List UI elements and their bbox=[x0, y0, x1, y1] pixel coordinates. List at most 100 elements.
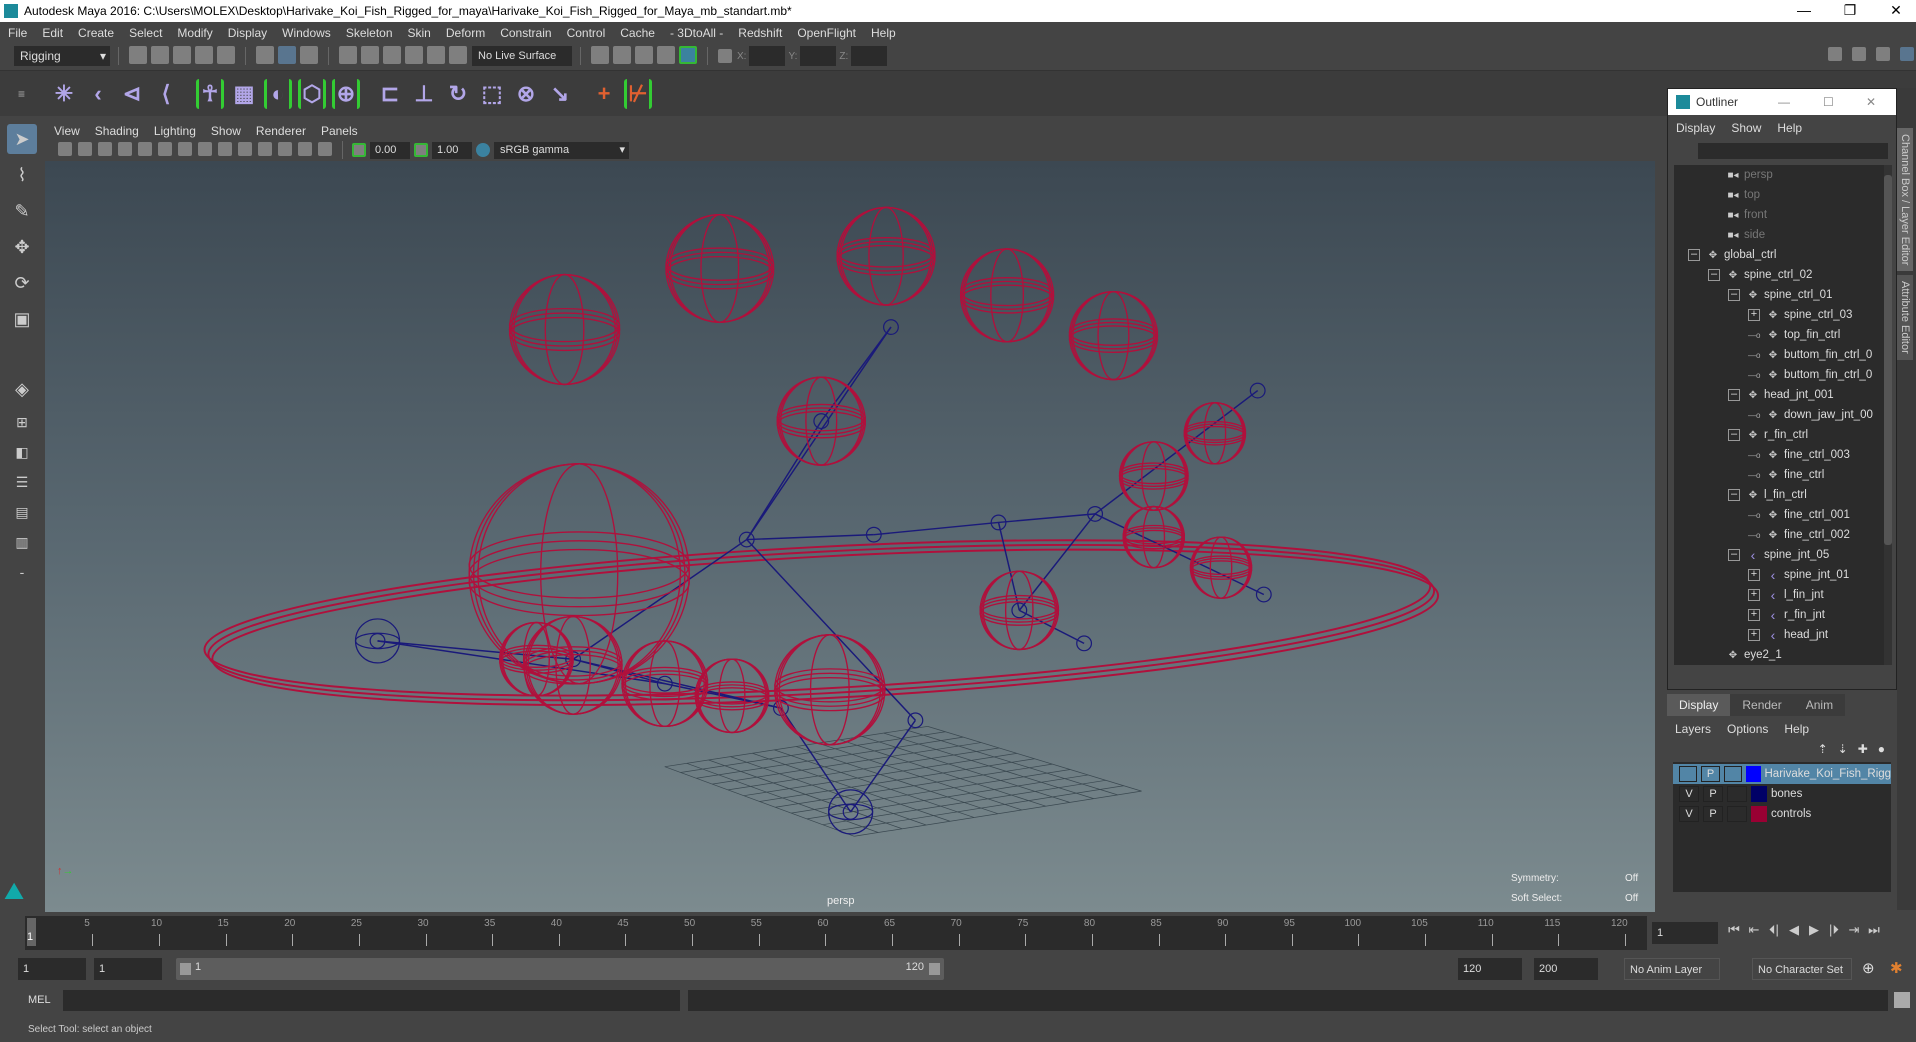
open-scene-icon[interactable] bbox=[151, 45, 169, 64]
panel-menu-lighting[interactable]: Lighting bbox=[154, 124, 196, 138]
exposure-icon[interactable] bbox=[352, 143, 366, 157]
outliner-item[interactable]: + ‹ head_jnt bbox=[1674, 625, 1884, 645]
outliner-item[interactable]: + ✥ spine_ctrl_03 bbox=[1674, 305, 1884, 325]
layer-menu-help[interactable]: Help bbox=[1784, 722, 1809, 736]
live-surface-field[interactable]: No Live Surface bbox=[472, 46, 572, 66]
move-layer-up-icon[interactable]: ⇡ bbox=[1818, 742, 1828, 756]
menu-redshift[interactable]: Redshift bbox=[738, 26, 782, 40]
menu-constrain[interactable]: Constrain bbox=[500, 26, 551, 40]
expand-icon[interactable]: + bbox=[1748, 309, 1760, 321]
outliner-item[interactable]: —o ✥ fine_ctrl_003 bbox=[1674, 445, 1884, 465]
layer-color-swatch[interactable] bbox=[1751, 806, 1767, 822]
save-scene-icon[interactable] bbox=[173, 45, 191, 64]
joint-tool-icon[interactable]: ✳ bbox=[50, 79, 78, 109]
snap-point-icon[interactable] bbox=[383, 45, 401, 64]
outliner-item[interactable]: —o ✥ down_jaw_jnt_00 bbox=[1674, 405, 1884, 425]
paint-select-icon[interactable]: ✎ bbox=[7, 196, 37, 226]
tab-render[interactable]: Render bbox=[1730, 694, 1794, 716]
character-set-dropdown[interactable]: No Character Set bbox=[1752, 958, 1852, 980]
panel-menu-renderer[interactable]: Renderer bbox=[256, 124, 306, 138]
collapse-icon[interactable]: – bbox=[1688, 249, 1700, 261]
menu-select[interactable]: Select bbox=[129, 26, 162, 40]
step-forward-frame-icon[interactable]: |⏵ bbox=[1824, 922, 1844, 938]
outliner-item[interactable]: —o ✥ fine_ctrl_002 bbox=[1674, 525, 1884, 545]
playback-toggle[interactable]: P bbox=[1701, 766, 1720, 782]
outliner-item[interactable]: ■◂ top bbox=[1674, 185, 1884, 205]
isolate-icon[interactable] bbox=[278, 141, 292, 156]
image-plane-icon[interactable] bbox=[118, 141, 132, 156]
outliner-item[interactable]: – ✥ global_ctrl bbox=[1674, 245, 1884, 265]
outliner-item[interactable]: + ‹ l_fin_jnt bbox=[1674, 585, 1884, 605]
outliner-item[interactable]: + ‹ spine_jnt_01 bbox=[1674, 565, 1884, 585]
menu-skin[interactable]: Skin bbox=[408, 26, 431, 40]
constraint-locator-icon[interactable]: ⊬ bbox=[624, 78, 652, 109]
outliner-item[interactable]: —o ✥ top_fin_ctrl bbox=[1674, 325, 1884, 345]
minimize-button[interactable]: — bbox=[1778, 95, 1790, 109]
mel-label[interactable]: MEL bbox=[28, 994, 51, 1006]
playback-toggle[interactable]: P bbox=[1703, 786, 1723, 802]
new-scene-icon[interactable] bbox=[129, 45, 147, 64]
playback-end-field[interactable]: 120 bbox=[1458, 958, 1522, 980]
time-slider[interactable]: 1 5 10 15 20 25 30 35 40 45 50 55 60 65 70 75 80 85 90 95 1… bbox=[25, 916, 1647, 950]
y-field[interactable] bbox=[800, 46, 837, 66]
x-field[interactable] bbox=[749, 46, 786, 66]
textured-icon[interactable] bbox=[218, 141, 232, 156]
hypershade-icon[interactable] bbox=[679, 45, 697, 64]
move-layer-down-icon[interactable]: ⇣ bbox=[1838, 742, 1848, 756]
layout-uv-icon[interactable]: ▥ bbox=[7, 530, 37, 554]
expand-icon[interactable]: + bbox=[1748, 629, 1760, 641]
maximize-button[interactable]: ☐ bbox=[1823, 95, 1834, 109]
camera-select-icon[interactable] bbox=[58, 141, 72, 156]
exposure-field[interactable]: 0.00 bbox=[370, 141, 410, 159]
point-constraint-icon[interactable]: ⊥ bbox=[410, 79, 438, 109]
script-editor-icon[interactable] bbox=[1894, 992, 1910, 1008]
menu-deform[interactable]: Deform bbox=[446, 26, 485, 40]
go-to-end-icon[interactable]: ⏭ bbox=[1864, 922, 1884, 938]
tab-display[interactable]: Display bbox=[1667, 694, 1731, 716]
layer-editor-toggle-icon[interactable] bbox=[1900, 47, 1914, 61]
layer-color-swatch[interactable] bbox=[1751, 786, 1767, 802]
display-type-toggle[interactable] bbox=[1723, 766, 1742, 782]
layer-color-swatch[interactable] bbox=[1745, 766, 1761, 782]
panel-menu-view[interactable]: View bbox=[54, 124, 80, 138]
bookmark-icon[interactable] bbox=[98, 141, 112, 156]
outliner-search-input[interactable] bbox=[1698, 143, 1888, 159]
render-settings-icon[interactable] bbox=[657, 45, 675, 64]
outliner-item[interactable]: —o ✥ buttom_fin_ctrl_0 bbox=[1674, 365, 1884, 385]
bind-skin-icon[interactable]: ◐ bbox=[264, 78, 292, 109]
aim-constraint-icon[interactable]: ⊗ bbox=[512, 79, 540, 109]
select-hierarchy-icon[interactable] bbox=[256, 45, 274, 64]
ik-spline-icon[interactable]: ⟨ bbox=[152, 79, 180, 109]
insert-joint-icon[interactable]: ‹ bbox=[84, 79, 112, 109]
menu-display[interactable]: Display bbox=[228, 26, 267, 40]
outliner-item[interactable]: – ✥ r_fin_ctrl bbox=[1674, 425, 1884, 445]
grid-icon[interactable] bbox=[138, 141, 152, 156]
menu-modify[interactable]: Modify bbox=[177, 26, 212, 40]
current-frame-field[interactable]: 1 bbox=[1652, 922, 1718, 944]
film-gate-icon[interactable] bbox=[158, 141, 172, 156]
lasso-tool-icon[interactable]: ⌇ bbox=[7, 160, 37, 190]
z-field[interactable] bbox=[851, 46, 888, 66]
outliner-item[interactable]: —o ✥ buttom_fin_ctrl_0 bbox=[1674, 345, 1884, 365]
outliner-item[interactable]: – ✥ head_jnt_001 bbox=[1674, 385, 1884, 405]
play-backward-icon[interactable]: ◀ bbox=[1784, 922, 1804, 938]
menu-edit[interactable]: Edit bbox=[42, 26, 63, 40]
maya-home-icon[interactable]: ⛰ bbox=[4, 878, 34, 906]
menu-set-dropdown[interactable]: Rigging ▾ bbox=[14, 46, 110, 66]
auto-key-icon[interactable]: ⊕ bbox=[1862, 959, 1875, 977]
scale-tool-icon[interactable]: ▣ bbox=[7, 304, 37, 334]
collapse-icon[interactable]: – bbox=[1728, 289, 1740, 301]
new-layer-selected-icon[interactable]: ● bbox=[1878, 742, 1885, 756]
outliner-item[interactable]: ■◂ persp bbox=[1674, 165, 1884, 185]
expand-icon[interactable]: + bbox=[1748, 589, 1760, 601]
visibility-toggle[interactable]: V bbox=[1679, 806, 1699, 822]
outliner-item[interactable]: – ✥ l_fin_ctrl bbox=[1674, 485, 1884, 505]
paint-weights-icon[interactable]: ▦ bbox=[230, 79, 258, 109]
anim-layer-dropdown[interactable]: No Anim Layer bbox=[1624, 958, 1720, 980]
wireframe-icon[interactable] bbox=[178, 141, 192, 156]
menu-windows[interactable]: Windows bbox=[282, 26, 331, 40]
playback-start-field[interactable]: 1 bbox=[94, 958, 162, 980]
outliner-menu-show[interactable]: Show bbox=[1731, 121, 1761, 135]
redo-icon[interactable] bbox=[217, 45, 235, 64]
menu-create[interactable]: Create bbox=[78, 26, 114, 40]
